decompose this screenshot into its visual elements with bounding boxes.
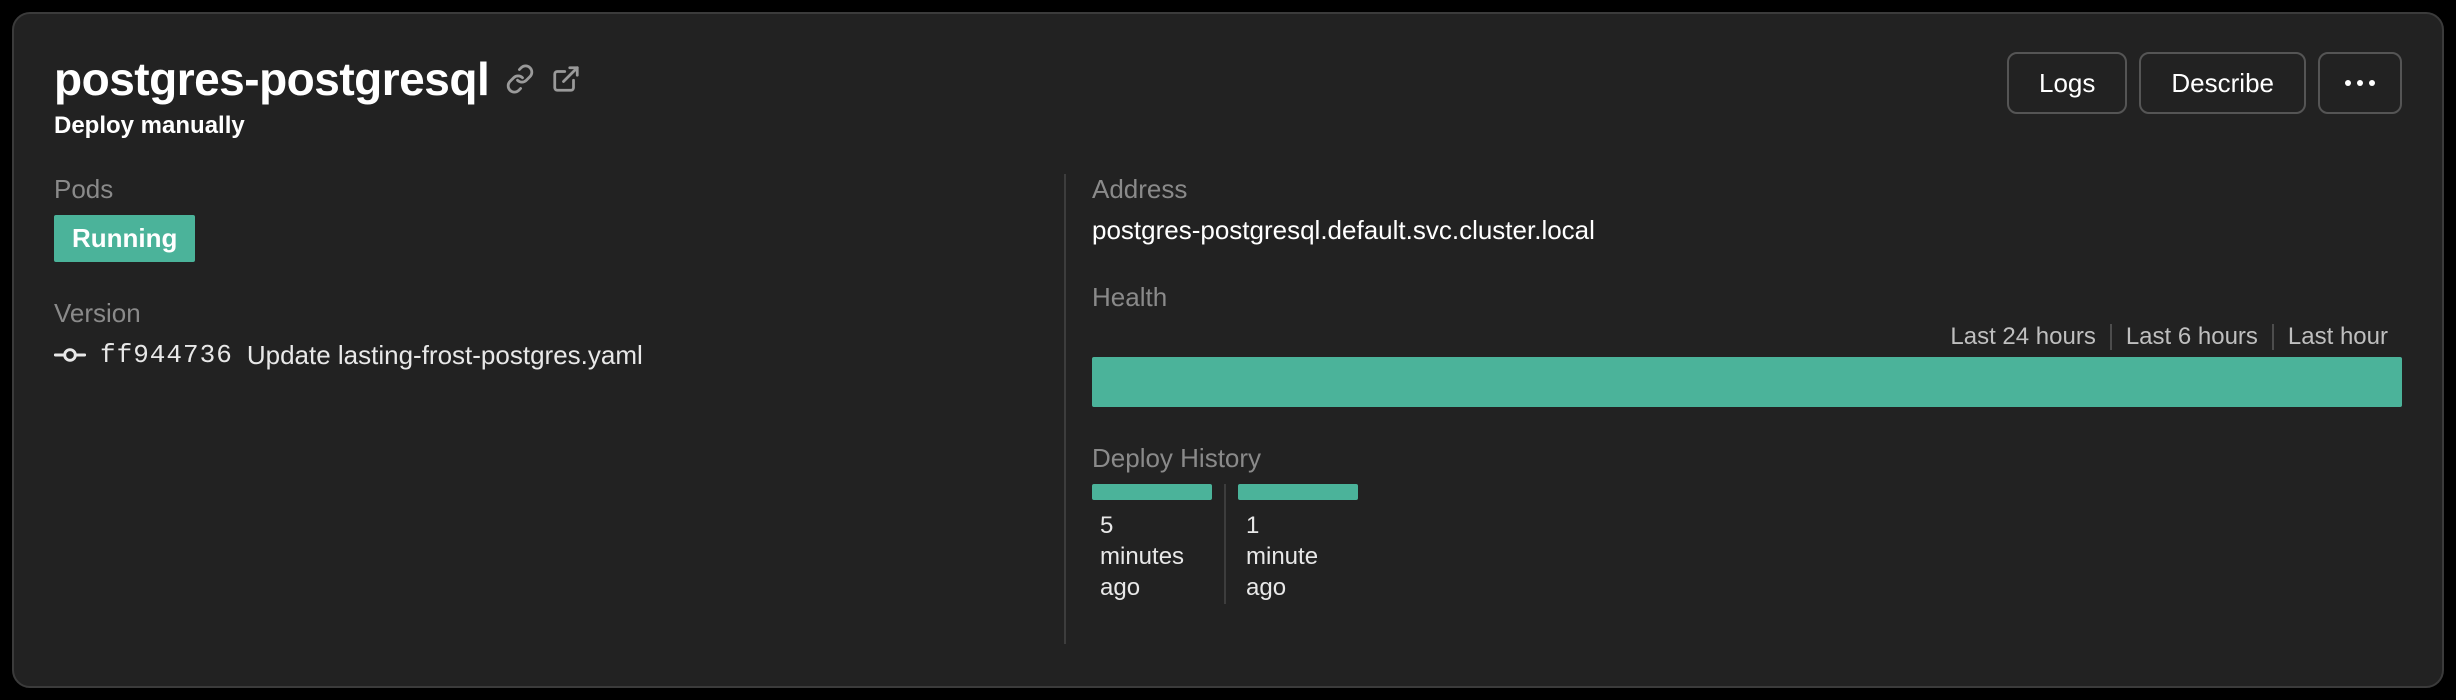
pods-label: Pods [54,174,1024,205]
column-left: Pods Running Version ff944736 Update las… [54,174,1064,644]
header: postgres-postgresql Deploy manually [54,52,2402,140]
health-bar [1092,357,2402,407]
pod-status-badge[interactable]: Running [54,215,195,262]
describe-button[interactable]: Describe [2139,52,2306,114]
resource-card: postgres-postgresql Deploy manually [12,12,2444,688]
commit-hash[interactable]: ff944736 [100,340,233,370]
legend-1h[interactable]: Last hour [2274,323,2402,351]
deploy-pill [1092,484,1212,500]
more-button[interactable] [2318,52,2402,114]
health-label: Health [1092,282,2402,313]
legend-24h[interactable]: Last 24 hours [1936,323,2109,351]
link-icon[interactable] [505,64,535,94]
deploy-history-section: Deploy History 5 minutes ago 1 minute ag… [1092,443,2402,604]
resource-title: postgres-postgresql [54,52,489,106]
commit-icon [54,339,86,371]
deploy-history-label: Deploy History [1092,443,2402,474]
external-link-icon[interactable] [551,64,581,94]
deploy-age: 5 minutes ago [1092,510,1192,604]
deploy-mode: Deploy manually [54,112,581,140]
title-block: postgres-postgresql Deploy manually [54,52,581,140]
version-line: ff944736 Update lasting-frost-postgres.y… [54,339,1024,371]
address-section: Address postgres-postgresql.default.svc.… [1092,174,2402,246]
legend-6h[interactable]: Last 6 hours [2112,323,2272,351]
logs-button[interactable]: Logs [2007,52,2127,114]
deploy-history-item[interactable]: 1 minute ago [1238,484,1370,604]
health-section: Health Last 24 hours Last 6 hours Last h… [1092,282,2402,407]
address-label: Address [1092,174,2402,205]
deploy-age: 1 minute ago [1238,510,1338,604]
address-value: postgres-postgresql.default.svc.cluster.… [1092,215,2402,246]
header-actions: Logs Describe [2007,52,2402,114]
deploy-history-row: 5 minutes ago 1 minute ago [1092,484,2402,604]
health-legend: Last 24 hours Last 6 hours Last hour [1092,323,2402,351]
commit-message: Update lasting-frost-postgres.yaml [247,340,643,371]
deploy-history-item[interactable]: 5 minutes ago [1092,484,1226,604]
ellipsis-icon [2345,80,2375,86]
title-line: postgres-postgresql [54,52,581,106]
deploy-pill [1238,484,1358,500]
version-label: Version [54,298,1024,329]
version-section: Version ff944736 Update lasting-frost-po… [54,298,1024,371]
pods-section: Pods Running [54,174,1024,262]
columns: Pods Running Version ff944736 Update las… [54,174,2402,644]
column-right: Address postgres-postgresql.default.svc.… [1064,174,2402,644]
